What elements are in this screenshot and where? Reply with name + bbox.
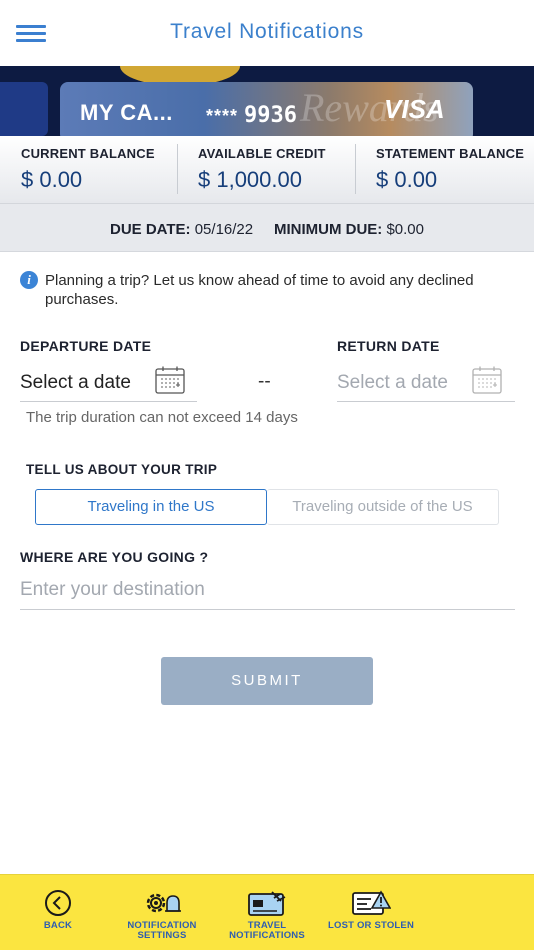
card-warning-icon (352, 890, 391, 915)
departure-date-placeholder: Select a date (20, 372, 131, 393)
card-number-mask: **** (206, 106, 239, 126)
nav-lost-or-stolen-label: LOST OR STOLEN (327, 920, 415, 931)
back-icon (45, 890, 71, 916)
calendar-icon[interactable] (472, 366, 502, 394)
available-credit-value: $ 1,000.00 (198, 167, 302, 192)
minimum-due-value: $0.00 (386, 221, 424, 238)
return-date-field[interactable]: Select a date (337, 362, 515, 402)
nav-lost-or-stolen[interactable]: LOST OR STOLEN (316, 889, 426, 931)
travel-card-icon (248, 891, 286, 916)
previous-card-label: A (0, 26, 15, 48)
card-last-digits: 9936 (244, 103, 298, 128)
app-header: Travel Notifications (0, 0, 534, 66)
visa-logo: VISA (384, 94, 445, 124)
nav-back[interactable]: BACK (3, 889, 113, 931)
due-date-label: DUE DATE: (109, 221, 191, 238)
gear-bell-icon (146, 893, 181, 913)
nav-back-label: BACK (43, 920, 73, 931)
previous-card[interactable] (0, 82, 48, 136)
departure-date-field[interactable]: Select a date (20, 362, 197, 402)
page-title: Travel Notifications (170, 20, 364, 43)
destination-input[interactable] (20, 570, 515, 610)
destination-label: WHERE ARE YOU GOING ? (20, 549, 209, 565)
divider (355, 144, 356, 194)
statement-balance-label: STATEMENT BALANCE (376, 146, 525, 161)
minimum-due-label: MINIMUM DUE: (273, 221, 383, 238)
info-icon: i (20, 271, 38, 289)
statement-balance: STATEMENT BALANCE $ 0.00 (376, 146, 524, 193)
trip-duration-hint: The trip duration can not exceed 14 days (26, 409, 298, 426)
current-balance: CURRENT BALANCE $ 0.00 (21, 146, 155, 193)
nav-notification-settings-label: NOTIFICATION SETTINGS (127, 920, 197, 941)
balance-summary: CURRENT BALANCE $ 0.00 AVAILABLE CREDIT … (0, 136, 534, 204)
nav-travel-notifications[interactable]: TRAVEL NOTIFICATIONS (212, 889, 322, 941)
available-credit: AVAILABLE CREDIT $ 1,000.00 (198, 146, 326, 193)
card-number: **** 9936 (206, 103, 297, 128)
current-balance-value: $ 0.00 (21, 167, 83, 192)
departure-date-label: DEPARTURE DATE (20, 338, 152, 354)
statement-balance-value: $ 0.00 (376, 167, 438, 192)
info-message: Planning a trip? Let us know ahead of ti… (45, 272, 474, 308)
nav-notification-settings[interactable]: NOTIFICATION SETTINGS (107, 889, 217, 941)
travel-notifications-screen: Travel Notifications A Rewards MY CA... … (0, 0, 534, 950)
calendar-icon[interactable] (155, 366, 185, 394)
available-credit-label: AVAILABLE CREDIT (198, 146, 326, 161)
date-range-separator: -- (258, 371, 271, 392)
divider (177, 144, 178, 194)
trip-type-label: TELL US ABOUT YOUR TRIP (26, 462, 218, 477)
return-date-placeholder: Select a date (337, 372, 448, 393)
trip-option-us[interactable]: Traveling in the US (35, 489, 267, 525)
trip-option-international[interactable]: Traveling outside of the US (267, 489, 499, 525)
nav-travel-notifications-label: TRAVEL NOTIFICATIONS (229, 920, 305, 941)
due-summary: DUE DATE: 05/16/22 MINIMUM DUE: $0.00 (0, 204, 534, 252)
return-date-label: RETURN DATE (337, 338, 440, 354)
due-date-value: 05/16/22 (194, 221, 254, 238)
card-name: MY CA... (80, 100, 173, 125)
bottom-navigation: BACK NOTIFICATION SETTINGS TRAVEL NOTIFI… (0, 874, 534, 950)
submit-button[interactable]: SUBMIT (161, 657, 373, 705)
current-balance-label: CURRENT BALANCE (21, 146, 155, 161)
